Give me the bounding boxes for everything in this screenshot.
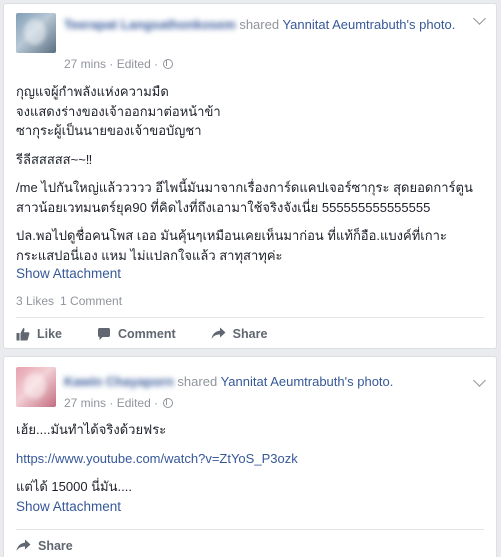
author-name[interactable]: Kawin Chayaporn bbox=[64, 374, 174, 389]
shared-target-suffix: 's bbox=[406, 17, 416, 32]
author-avatar[interactable] bbox=[16, 367, 56, 407]
meta-separator: · bbox=[154, 396, 159, 410]
post-text-paragraph: ปล.พอไปดูชื่อคนโพส เออ มันคุ้นๆเหมือนเคย… bbox=[16, 228, 447, 263]
post-header: Teerapat Langsathonkosem shared Yannitat… bbox=[64, 16, 466, 34]
action-bar: Share bbox=[16, 529, 484, 557]
shared-target-name[interactable]: Yannitat Aeumtrabuth bbox=[282, 17, 406, 32]
post-body: เฮ้ย....มันทำได้จริงด้วยฟระ https://www.… bbox=[16, 420, 482, 497]
meta-separator: · bbox=[154, 57, 159, 71]
post-text-line: ซากุระผู้เป็นนายของเจ้าขอบัญชา bbox=[16, 123, 202, 138]
comments-count[interactable]: 1 Comment bbox=[60, 294, 122, 308]
share-label: Share bbox=[38, 538, 73, 553]
youtube-link[interactable]: https://www.youtube.com/watch?v=ZtYoS_P3… bbox=[16, 449, 482, 469]
action-bar: Like Comment Share bbox=[16, 317, 484, 349]
globe-icon[interactable] bbox=[163, 398, 174, 408]
post-body: กุญแจผู้กำพลังแห่งความมืด จงแสดงร่างของเ… bbox=[16, 82, 482, 265]
share-button[interactable]: Share bbox=[211, 326, 268, 341]
like-button[interactable]: Like bbox=[16, 327, 62, 341]
shared-label: shared bbox=[239, 17, 280, 32]
post-timestamp[interactable]: 27 mins bbox=[64, 57, 106, 71]
meta-separator: · bbox=[109, 57, 114, 71]
chevron-down-icon[interactable] bbox=[473, 12, 486, 25]
shared-target-name[interactable]: Yannitat Aeumtrabuth bbox=[221, 374, 345, 389]
thumbs-up-icon bbox=[16, 327, 30, 340]
meta-separator: · bbox=[109, 396, 114, 410]
post-meta: 27 mins · Edited · bbox=[64, 396, 174, 410]
post-header: Kawin Chayaporn shared Yannitat Aeumtrab… bbox=[64, 373, 466, 391]
post-meta: 27 mins · Edited · bbox=[64, 57, 174, 71]
post-text-line: จงแสดงร่างของเจ้าออกมาต่อหน้าข้า bbox=[16, 103, 221, 119]
edited-label[interactable]: Edited bbox=[117, 396, 151, 410]
comment-button[interactable]: Comment bbox=[97, 327, 176, 341]
post-text-line: กุญแจผู้กำพลังแห่งความมืด bbox=[16, 84, 169, 99]
shared-object-link[interactable]: photo. bbox=[419, 17, 455, 32]
author-avatar[interactable] bbox=[16, 13, 56, 53]
edited-label[interactable]: Edited bbox=[117, 57, 151, 71]
like-label: Like bbox=[37, 326, 63, 341]
post-timestamp[interactable]: 27 mins bbox=[64, 396, 106, 410]
speech-bubble-icon bbox=[98, 327, 111, 340]
show-attachment-link[interactable]: Show Attachment bbox=[16, 499, 121, 514]
shared-object-link[interactable]: 's photo. bbox=[345, 374, 394, 389]
post-card-2: Kawin Chayaporn shared Yannitat Aeumtrab… bbox=[3, 356, 497, 557]
share-label: Share bbox=[232, 326, 268, 341]
chevron-down-icon[interactable] bbox=[473, 374, 486, 387]
post-card-1: Teerapat Langsathonkosem shared Yannitat… bbox=[3, 3, 497, 349]
shared-label: shared bbox=[177, 374, 218, 389]
post-text-line: รีลีสสสสส~~‼ bbox=[16, 151, 93, 167]
likes-count[interactable]: 3 Likes bbox=[16, 294, 54, 308]
post-text-paragraph: /me ไปกันใหญ่แล้ววววว อีไพนี้มันมาจากเรื… bbox=[16, 180, 473, 215]
show-attachment-link[interactable]: Show Attachment bbox=[16, 266, 121, 281]
share-arrow-icon bbox=[16, 539, 31, 551]
author-name[interactable]: Teerapat Langsathonkosem bbox=[64, 17, 236, 32]
post-stats: 3 Likes 1 Comment bbox=[16, 294, 122, 308]
post-text-line: เฮ้ย....มันทำได้จริงด้วยฟระ bbox=[16, 422, 167, 437]
comment-label: Comment bbox=[118, 326, 176, 341]
share-button[interactable]: Share bbox=[16, 539, 73, 553]
globe-icon[interactable] bbox=[163, 59, 174, 69]
post-text-line: แต่ได้ 15000 นี่มัน.... bbox=[16, 479, 132, 494]
share-arrow-icon bbox=[211, 327, 226, 339]
